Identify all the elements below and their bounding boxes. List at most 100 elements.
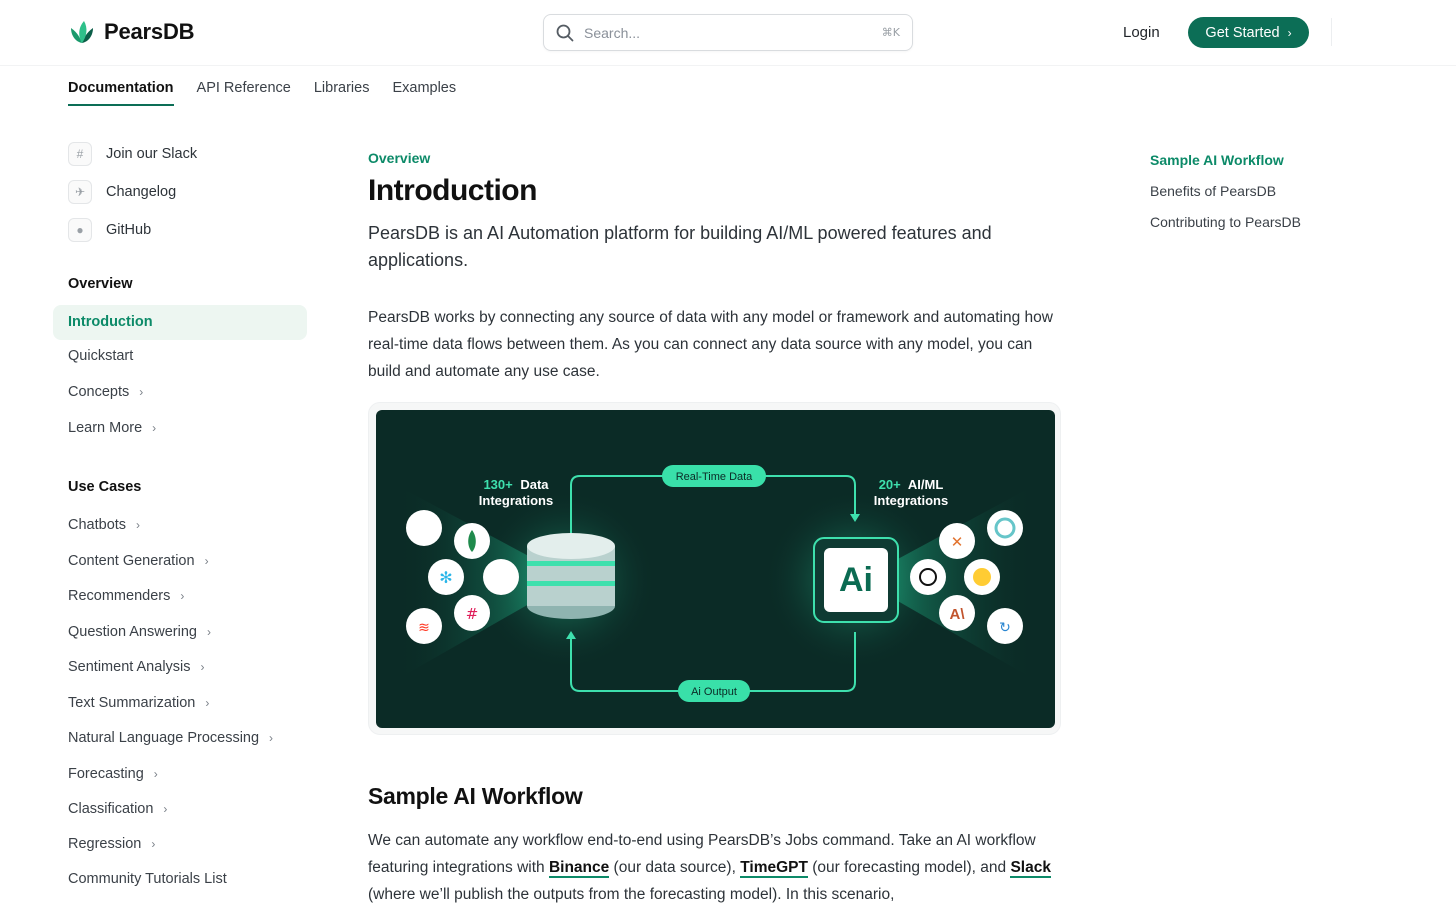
para-text: (where we’ll publish the outputs from th… — [368, 886, 895, 903]
chevron-right-icon: › — [200, 660, 205, 674]
left-count: 130+ — [483, 477, 513, 492]
slack-link[interactable]: Slack — [1010, 859, 1051, 878]
search-placeholder: Search... — [584, 24, 641, 41]
svg-text:20+ AI/ML: 20+ AI/ML — [879, 477, 944, 492]
chevron-right-icon: › — [269, 731, 274, 745]
nav-tabs: Documentation API Reference Libraries Ex… — [68, 80, 456, 106]
left-label: Data — [520, 477, 549, 492]
chevron-right-icon: › — [153, 767, 158, 781]
chevron-right-icon: › — [205, 696, 210, 710]
github-icon: ● — [68, 218, 92, 242]
search-shortcut: ⌘K — [881, 26, 900, 39]
sidebar-item-label: Recommenders — [68, 588, 171, 604]
sidebar-link-label: Changelog — [106, 184, 177, 200]
toc-item-benefits[interactable]: Benefits of PearsDB — [1150, 183, 1276, 199]
salesforce-icon — [406, 510, 442, 546]
database-icon — [527, 533, 615, 619]
svg-text:#: # — [466, 605, 479, 623]
search-icon — [556, 24, 574, 41]
binance-link[interactable]: Binance — [548, 859, 610, 878]
sidebar-item-label: Sentiment Analysis — [68, 659, 191, 675]
chevron-right-icon: › — [1287, 25, 1292, 40]
sidebar-item-label: Content Generation — [68, 553, 195, 569]
sidebar-link-changelog[interactable]: ✈ Changelog — [68, 180, 176, 204]
sidebar-item-regression[interactable]: Regression › — [68, 836, 155, 852]
timegpt-link[interactable]: TimeGPT — [740, 859, 808, 878]
sidebar-heading-use-cases: Use Cases — [68, 479, 142, 495]
sidebar-link-label: GitHub — [106, 222, 152, 238]
sidebar-item-label: Question Answering — [68, 624, 197, 640]
toc-item-sample-ai-workflow[interactable]: Sample AI Workflow — [1150, 152, 1284, 168]
tab-api-reference[interactable]: API Reference — [197, 80, 291, 106]
login-link[interactable]: Login — [1123, 24, 1160, 41]
diagram-frame: Real-Time Data Ai Output 130+ Data Integ… — [368, 402, 1061, 735]
workflow-paragraph: We can automate any workflow end-to-end … — [368, 827, 1068, 908]
sidebar-link-github[interactable]: ● GitHub — [68, 218, 151, 242]
svg-text:≋: ≋ — [418, 620, 430, 636]
sidebar-item-label: Concepts — [68, 384, 130, 400]
sidebar-item-concepts[interactable]: Concepts › — [68, 384, 143, 400]
sidebar-link-label: Join our Slack — [106, 146, 198, 162]
breadcrumb[interactable]: Overview — [368, 150, 430, 166]
right-label-2: Integrations — [874, 493, 948, 508]
sidebar-item-content-generation[interactable]: Content Generation › — [68, 553, 209, 569]
search-input[interactable]: Search... ⌘K — [543, 14, 913, 51]
get-started-button[interactable]: Get Started › — [1188, 17, 1309, 48]
rocket-icon: ✈ — [68, 180, 92, 204]
svg-text:↻: ↻ — [999, 620, 1011, 636]
sidebar-item-label: Forecasting — [68, 766, 144, 782]
sidebar-item-label: Chatbots — [68, 517, 127, 533]
svg-text:A\: A\ — [950, 606, 966, 623]
sidebar-item-learn-more[interactable]: Learn More › — [68, 420, 156, 436]
chevron-right-icon: › — [139, 385, 144, 399]
diagram-bottom-pill: Ai Output — [691, 686, 737, 698]
sidebar-item-text-summarization[interactable]: Text Summarization › — [68, 695, 209, 711]
tab-examples[interactable]: Examples — [392, 80, 456, 106]
sidebar-item-label: Regression — [68, 836, 142, 852]
para-text: (our forecasting model), and — [807, 859, 1011, 876]
chevron-right-icon: › — [180, 589, 185, 603]
ring-icon — [987, 510, 1023, 546]
openai-icon — [910, 559, 946, 595]
sidebar-item-classification[interactable]: Classification › — [68, 801, 167, 817]
sidebar-item-forecasting[interactable]: Forecasting › — [68, 766, 158, 782]
sidebar-item-question-answering[interactable]: Question Answering › — [68, 624, 211, 640]
sidebar-item-label: Text Summarization — [68, 695, 196, 711]
svg-text:130+ Data: 130+ Data — [483, 477, 549, 492]
sidebar-link-slack[interactable]: # Join our Slack — [68, 142, 197, 166]
chevron-right-icon: › — [206, 625, 211, 639]
sidebar-item-sentiment-analysis[interactable]: Sentiment Analysis › — [68, 659, 205, 675]
section-heading: Sample AI Workflow — [368, 783, 583, 809]
leaf-logo-icon — [71, 21, 93, 43]
sidebar-item-recommenders[interactable]: Recommenders › — [68, 588, 184, 604]
sidebar-item-label: Introduction — [68, 314, 153, 330]
toc-item-contributing[interactable]: Contributing to PearsDB — [1150, 214, 1301, 230]
header-divider — [1331, 18, 1332, 46]
chevron-right-icon: › — [136, 518, 141, 532]
chevron-right-icon: › — [151, 837, 156, 851]
chevron-right-icon: › — [163, 802, 168, 816]
brand-name: PearsDB — [104, 19, 195, 44]
sidebar-item-introduction[interactable]: Introduction — [68, 314, 153, 330]
sidebar-item-community-tutorials[interactable]: Community Tutorials List — [68, 871, 227, 887]
chevron-right-icon: › — [204, 554, 209, 568]
bottom-fade — [0, 905, 1456, 915]
architecture-diagram: Real-Time Data Ai Output 130+ Data Integ… — [376, 410, 1055, 728]
tab-libraries[interactable]: Libraries — [314, 80, 370, 106]
right-label: AI/ML — [908, 477, 943, 492]
ai-chip-icon: Ai — [813, 537, 899, 623]
diagram-svg: Real-Time Data Ai Output 130+ Data Integ… — [396, 465, 1035, 702]
postgres-icon — [483, 559, 519, 595]
chevron-right-icon: › — [152, 421, 157, 435]
sidebar-item-quickstart[interactable]: Quickstart — [68, 348, 133, 364]
sidebar-item-label: Learn More — [68, 420, 143, 436]
diagram-top-pill: Real-Time Data — [676, 471, 753, 483]
sidebar-item-chatbots[interactable]: Chatbots › — [68, 517, 140, 533]
brand-logo[interactable]: PearsDB — [68, 18, 195, 46]
sidebar-item-nlp[interactable]: Natural Language Processing › — [68, 730, 273, 746]
tab-documentation[interactable]: Documentation — [68, 80, 174, 106]
svg-text:✻: ✻ — [439, 568, 452, 587]
sidebar-heading-overview: Overview — [68, 276, 133, 292]
top-header: PearsDB Search... ⌘K Login Get Started › — [0, 0, 1456, 66]
svg-text:✕: ✕ — [951, 533, 964, 551]
